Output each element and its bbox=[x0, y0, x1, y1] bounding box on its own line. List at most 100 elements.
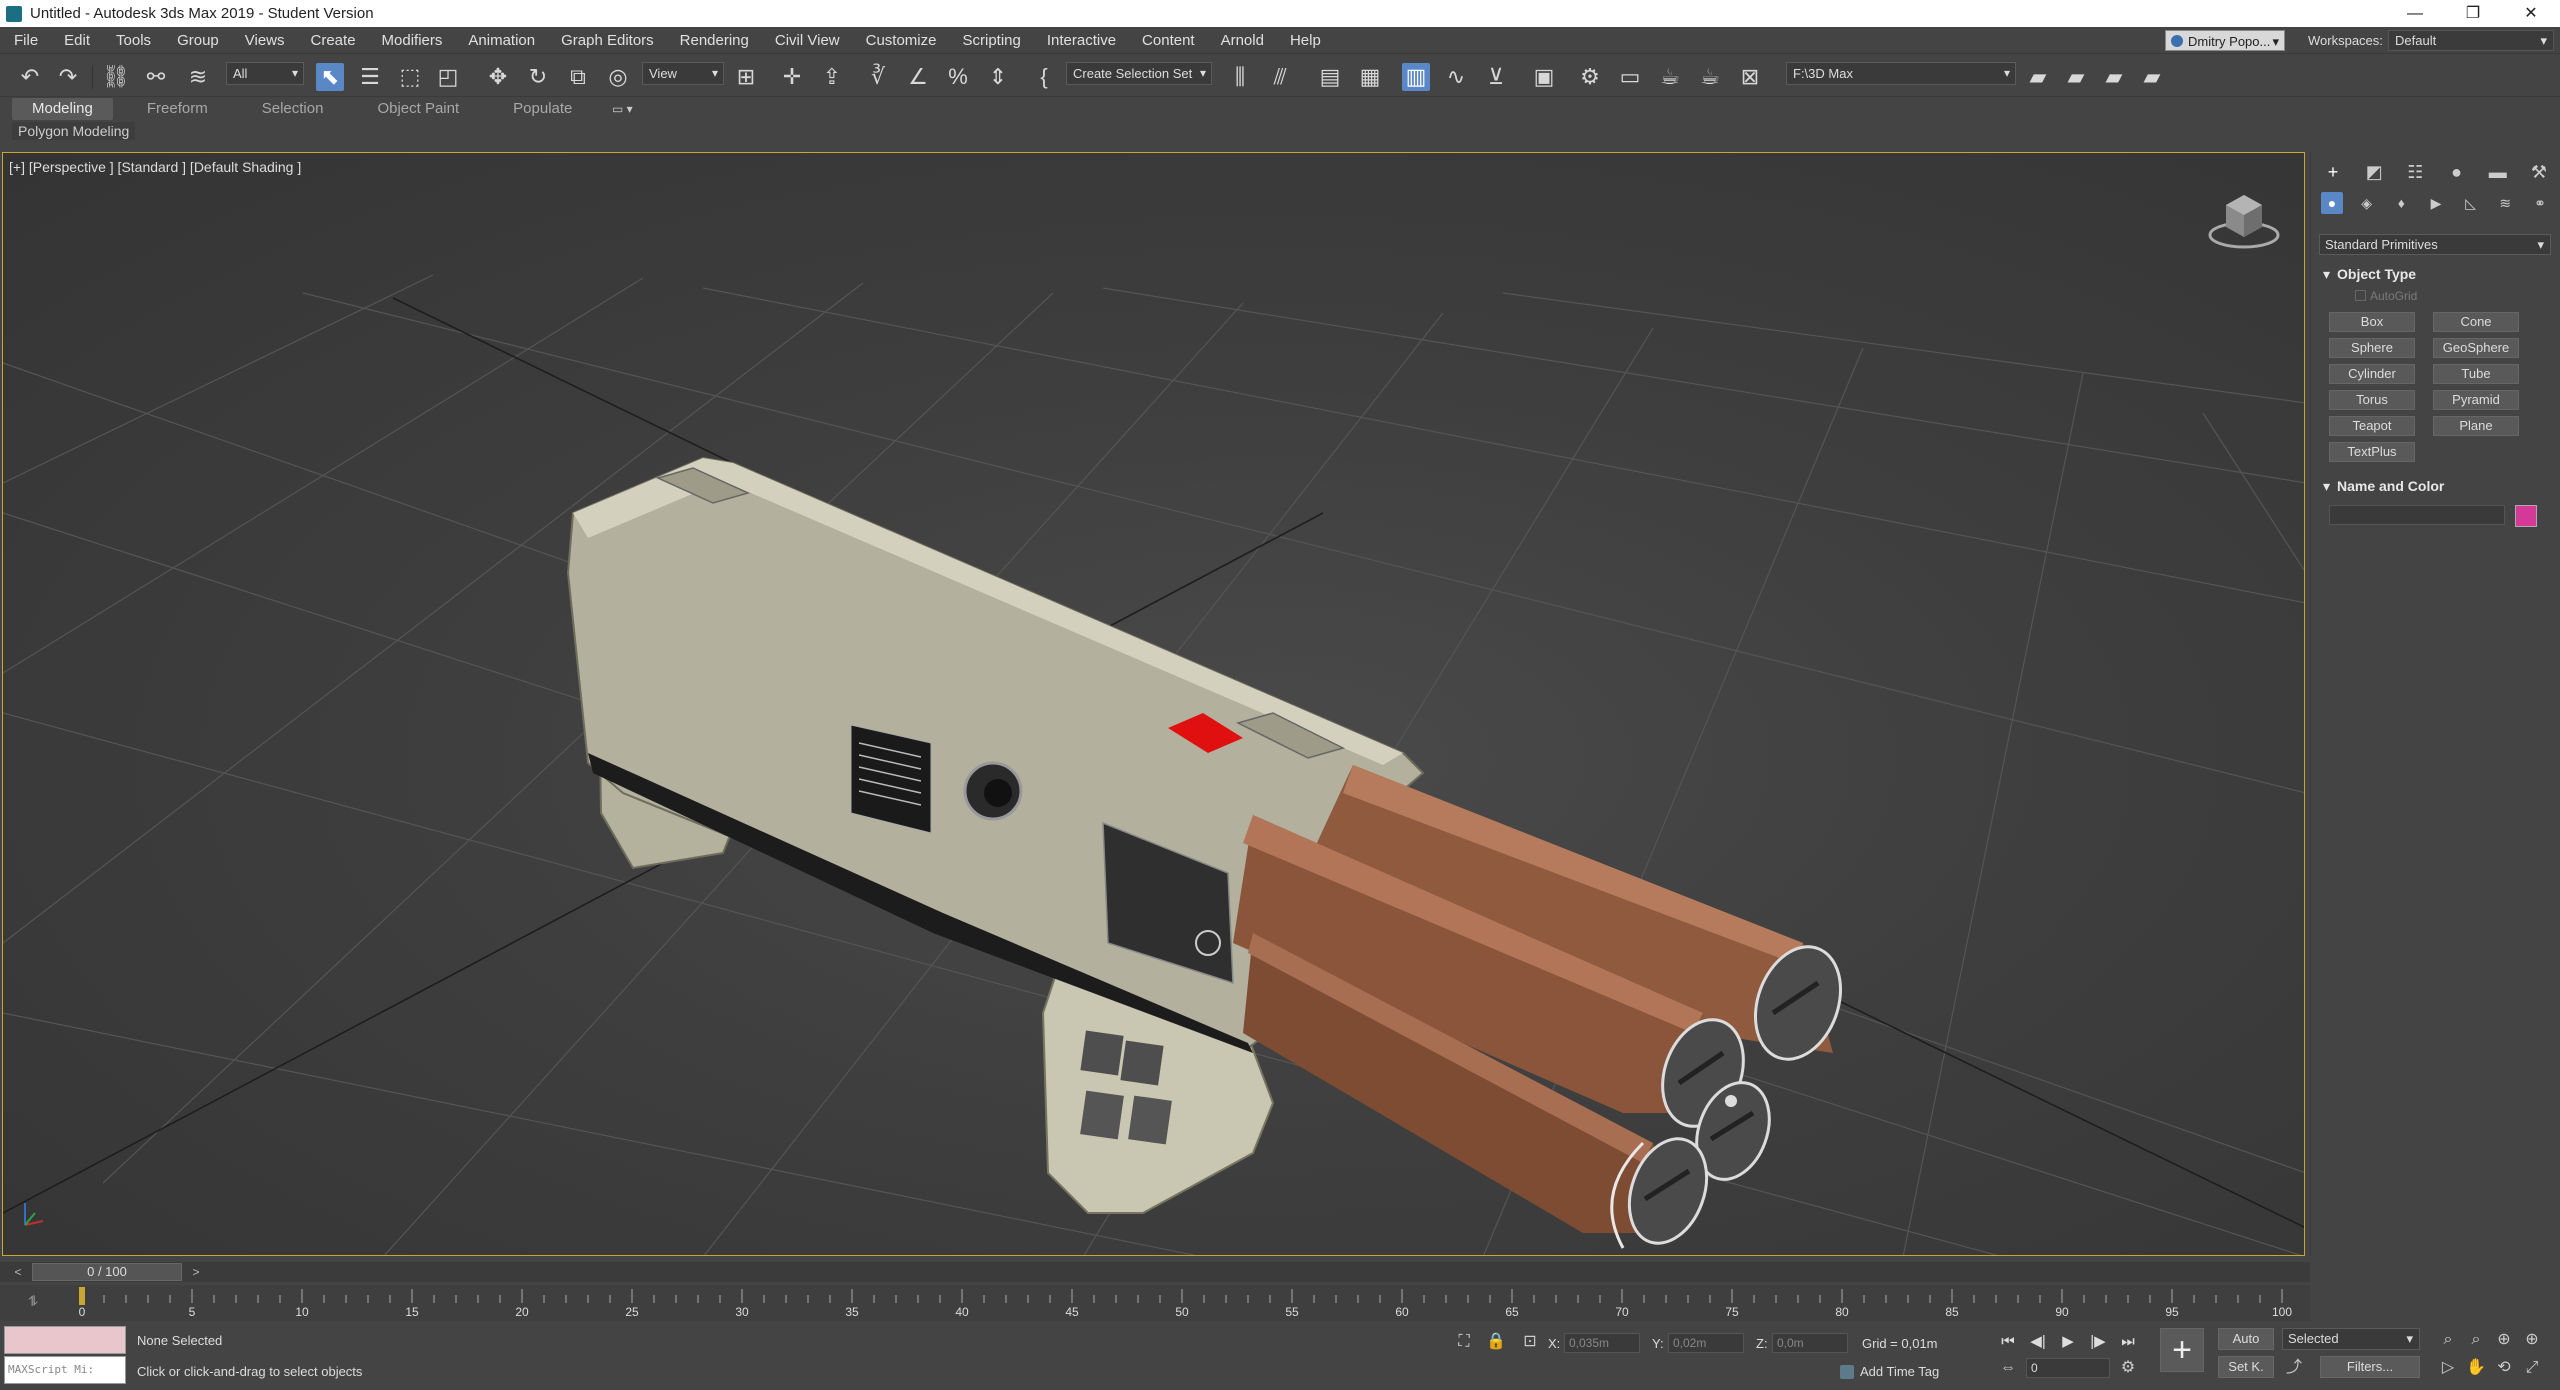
menu-create[interactable]: Create bbox=[298, 27, 369, 54]
reference-coordinate-dropdown[interactable]: View bbox=[642, 62, 724, 85]
maxscript-listener[interactable]: MAXScript Mi: bbox=[4, 1326, 126, 1386]
menu-scripting[interactable]: Scripting bbox=[949, 27, 1033, 54]
select-place-icon[interactable]: ◎ bbox=[604, 63, 632, 91]
link-icon[interactable]: ⛓ bbox=[102, 63, 130, 91]
menu-graph-editors[interactable]: Graph Editors bbox=[548, 27, 667, 54]
primitive-category-dropdown[interactable]: Standard Primitives bbox=[2319, 234, 2551, 255]
redo-icon[interactable]: ↷ bbox=[54, 63, 82, 91]
menu-tools[interactable]: Tools bbox=[103, 27, 164, 54]
pan-view-icon[interactable]: ✋ bbox=[2464, 1356, 2488, 1380]
ribbon-options-icon[interactable]: ▭ ▾ bbox=[612, 102, 642, 116]
menu-rendering[interactable]: Rendering bbox=[667, 27, 762, 54]
tab-freeform[interactable]: Freeform bbox=[127, 98, 228, 120]
menu-customize[interactable]: Customize bbox=[853, 27, 950, 54]
key-mode-icon[interactable]: ⇔ bbox=[1996, 1356, 2020, 1380]
textplus-button[interactable]: TextPlus bbox=[2329, 442, 2415, 462]
material-editor-icon[interactable]: ▣ bbox=[1530, 63, 1558, 91]
key-filter-dropdown[interactable]: Selected bbox=[2282, 1328, 2420, 1350]
orbit-icon[interactable]: ⟲ bbox=[2492, 1356, 2516, 1380]
menu-modifiers[interactable]: Modifiers bbox=[369, 27, 456, 54]
toggle-layer-explorer-icon[interactable]: ▦ bbox=[1356, 63, 1384, 91]
toggle-ribbon-icon[interactable]: ▥ bbox=[1402, 63, 1430, 91]
geosphere-button[interactable]: GeoSphere bbox=[2433, 338, 2519, 358]
zoom-extents-all-icon[interactable]: ⊕ bbox=[2520, 1328, 2544, 1352]
minimize-button[interactable]: — bbox=[2386, 0, 2444, 27]
next-frame-icon[interactable]: > bbox=[188, 1264, 204, 1280]
set-keys-button[interactable]: + bbox=[2160, 1328, 2204, 1372]
named-selection-set-dropdown[interactable]: Create Selection Set bbox=[1066, 62, 1212, 85]
toggle-scene-explorer-icon[interactable]: ▤ bbox=[1316, 63, 1344, 91]
plane-button[interactable]: Plane bbox=[2433, 416, 2519, 436]
project-folder-dropdown[interactable]: F:\3D Max bbox=[1786, 62, 2016, 85]
geometry-icon[interactable]: ● bbox=[2321, 192, 2343, 214]
absolute-transform-icon[interactable]: ⊡ bbox=[1518, 1330, 1542, 1354]
current-frame-field[interactable]: 0 bbox=[2026, 1358, 2110, 1378]
menu-animation[interactable]: Animation bbox=[455, 27, 548, 54]
render-production-icon[interactable]: ☕ bbox=[1656, 63, 1684, 91]
utilities-tab-icon[interactable]: ⚒ bbox=[2527, 160, 2551, 184]
autogrid-checkbox[interactable]: AutoGrid bbox=[2355, 289, 2417, 303]
project-folder-icon[interactable]: ▰ bbox=[2024, 63, 2052, 91]
tab-object-paint[interactable]: Object Paint bbox=[357, 98, 479, 120]
rectangular-selection-icon[interactable]: ⬚ bbox=[396, 63, 424, 91]
box-button[interactable]: Box bbox=[2329, 312, 2415, 332]
track-bar[interactable]: ⥮ 0 5 10 15 20 25 30 35 40 45 50 55 60 65 70 75 80 85 90 95… bbox=[0, 1285, 2310, 1321]
select-by-name-icon[interactable]: ☰ bbox=[356, 63, 384, 91]
object-type-rollout[interactable]: Object Type bbox=[2319, 264, 2551, 284]
menu-group[interactable]: Group bbox=[164, 27, 232, 54]
zoom-all-icon[interactable]: ⌕ bbox=[2464, 1328, 2488, 1352]
curve-editor-icon[interactable]: ∿ bbox=[1442, 63, 1470, 91]
key-filters-button[interactable]: Filters... bbox=[2320, 1356, 2420, 1378]
select-move-icon[interactable]: ✥ bbox=[484, 63, 512, 91]
menu-arnold[interactable]: Arnold bbox=[1208, 27, 1277, 54]
close-button[interactable]: ✕ bbox=[2502, 0, 2560, 27]
maxscript-output[interactable] bbox=[4, 1326, 126, 1354]
pyramid-button[interactable]: Pyramid bbox=[2433, 390, 2519, 410]
maxscript-input[interactable]: MAXScript Mi: bbox=[4, 1356, 126, 1384]
previous-frame-icon[interactable]: < bbox=[10, 1264, 26, 1280]
selection-lock-icon[interactable]: 🔒 bbox=[1484, 1330, 1508, 1354]
user-account-dropdown[interactable]: Dmitry Popo... bbox=[2165, 30, 2285, 52]
cone-button[interactable]: Cone bbox=[2433, 312, 2519, 332]
tab-populate[interactable]: Populate bbox=[493, 98, 592, 120]
previous-key-icon[interactable]: ◀| bbox=[2026, 1330, 2050, 1354]
space-warps-icon[interactable]: ≋ bbox=[2494, 192, 2516, 214]
time-slider-thumb[interactable]: 0 / 100 bbox=[32, 1263, 182, 1281]
torus-button[interactable]: Torus bbox=[2329, 390, 2415, 410]
restore-button[interactable]: ❐ bbox=[2444, 0, 2502, 27]
menu-content[interactable]: Content bbox=[1129, 27, 1208, 54]
object-color-swatch[interactable] bbox=[2515, 505, 2537, 527]
spinner-snap-icon[interactable]: ⇕ bbox=[984, 63, 1012, 91]
percent-snap-icon[interactable]: % bbox=[944, 63, 972, 91]
select-rotate-icon[interactable]: ↻ bbox=[524, 63, 552, 91]
angle-snap-icon[interactable]: ∠ bbox=[904, 63, 932, 91]
add-time-tag[interactable]: Add Time Tag bbox=[1840, 1364, 1939, 1379]
snaps-toggle-icon[interactable]: ∛ bbox=[864, 63, 892, 91]
isolate-selection-icon[interactable]: ⛶ bbox=[1452, 1330, 1476, 1354]
rocket-launcher-model[interactable] bbox=[566, 456, 1855, 1254]
shapes-icon[interactable]: ◈ bbox=[2356, 192, 2378, 214]
bind-space-warp-icon[interactable]: ≋ bbox=[184, 63, 212, 91]
polygon-modeling-panel[interactable]: Polygon Modeling bbox=[12, 122, 136, 140]
default-in-out-tangents-icon[interactable]: ⤴ bbox=[2282, 1356, 2306, 1380]
set-key-button[interactable]: Set K. bbox=[2218, 1356, 2274, 1378]
create-tab-icon[interactable]: + bbox=[2321, 160, 2345, 184]
render-setup-icon[interactable]: ⚙ bbox=[1576, 63, 1604, 91]
perspective-viewport[interactable]: [+] [Perspective ] [Standard ] [Default … bbox=[2, 152, 2305, 1256]
helpers-icon[interactable]: ◺ bbox=[2460, 192, 2482, 214]
z-coordinate-field[interactable]: 0,0m bbox=[1772, 1333, 1848, 1353]
menu-help[interactable]: Help bbox=[1277, 27, 1334, 54]
select-scale-icon[interactable]: ⧉ bbox=[564, 63, 592, 91]
play-icon[interactable]: ▶ bbox=[2056, 1330, 2080, 1354]
maximize-viewport-icon[interactable]: ⤢ bbox=[2520, 1356, 2544, 1380]
go-to-end-icon[interactable]: ⏭ bbox=[2116, 1330, 2140, 1354]
edit-named-selection-icon[interactable]: { bbox=[1030, 63, 1058, 91]
rendered-frame-window-icon[interactable]: ▭ bbox=[1616, 63, 1644, 91]
motion-tab-icon[interactable]: ● bbox=[2445, 160, 2469, 184]
pivot-center-icon[interactable]: ⊞ bbox=[732, 63, 760, 91]
time-configuration-icon[interactable]: ⚙ bbox=[2116, 1356, 2140, 1380]
render-iterative-icon[interactable]: ☕ bbox=[1696, 63, 1724, 91]
tab-modeling[interactable]: Modeling bbox=[12, 98, 113, 120]
selection-filter-dropdown[interactable]: All bbox=[226, 62, 304, 85]
zoom-extents-icon[interactable]: ⊕ bbox=[2492, 1328, 2516, 1352]
